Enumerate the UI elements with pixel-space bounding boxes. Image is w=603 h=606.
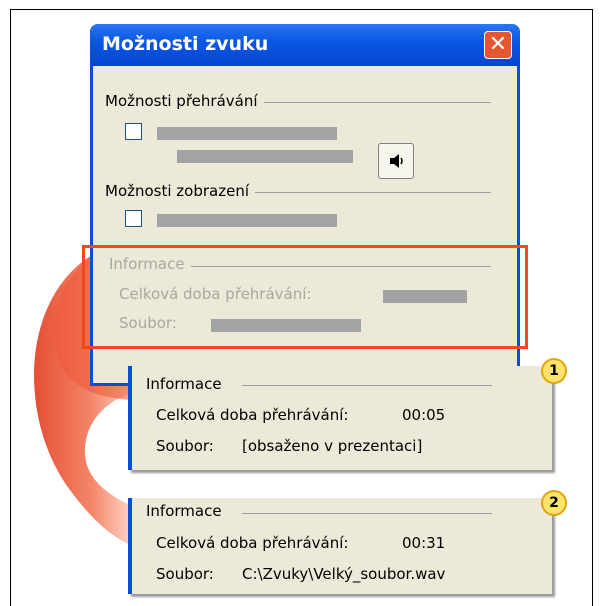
- dialog-title: Možnosti zvuku: [102, 33, 269, 55]
- playback-option-text-2: [177, 150, 353, 163]
- callout-badge-1: 1: [541, 358, 567, 384]
- play-sound-button[interactable]: [378, 143, 414, 179]
- close-button[interactable]: ✕: [484, 31, 512, 59]
- display-group-line: [251, 192, 491, 193]
- info-popup-2: Informace Celková doba přehrávání: 00:31…: [128, 498, 552, 594]
- popup1-group-label: Informace: [146, 375, 222, 393]
- popup2-total-time-value: 00:31: [402, 534, 446, 552]
- popup2-file-label: Soubor:: [156, 565, 214, 583]
- info-popup-1: Informace Celková doba přehrávání: 00:05…: [128, 366, 552, 470]
- callout-badge-2: 2: [541, 490, 567, 516]
- info-highlight-box: [82, 245, 528, 349]
- popup1-file-label: Soubor:: [156, 437, 214, 455]
- playback-option-text: [157, 127, 337, 140]
- popup1-file-value: [obsaženo v prezentaci]: [242, 437, 423, 455]
- speaker-icon: [390, 154, 403, 168]
- popup2-group-label: Informace: [146, 502, 222, 520]
- display-checkbox[interactable]: [125, 210, 142, 227]
- popup2-group-line: [242, 513, 492, 514]
- playback-checkbox[interactable]: [125, 123, 142, 140]
- popup1-group-line: [242, 385, 492, 386]
- popup1-total-time-value: 00:05: [402, 406, 446, 424]
- popup2-total-time-label: Celková doba přehrávání:: [156, 534, 349, 552]
- title-bar: Možnosti zvuku ✕: [90, 24, 520, 66]
- playback-group-label: Možnosti přehrávání: [105, 92, 264, 110]
- close-icon: ✕: [488, 32, 508, 57]
- display-group-label: Možnosti zobrazení: [105, 182, 256, 200]
- popup2-file-value: C:\Zvuky\Velký_soubor.wav: [242, 565, 446, 583]
- playback-group-line: [263, 102, 491, 103]
- popup1-total-time-label: Celková doba přehrávání:: [156, 406, 349, 424]
- display-option-text: [157, 214, 337, 227]
